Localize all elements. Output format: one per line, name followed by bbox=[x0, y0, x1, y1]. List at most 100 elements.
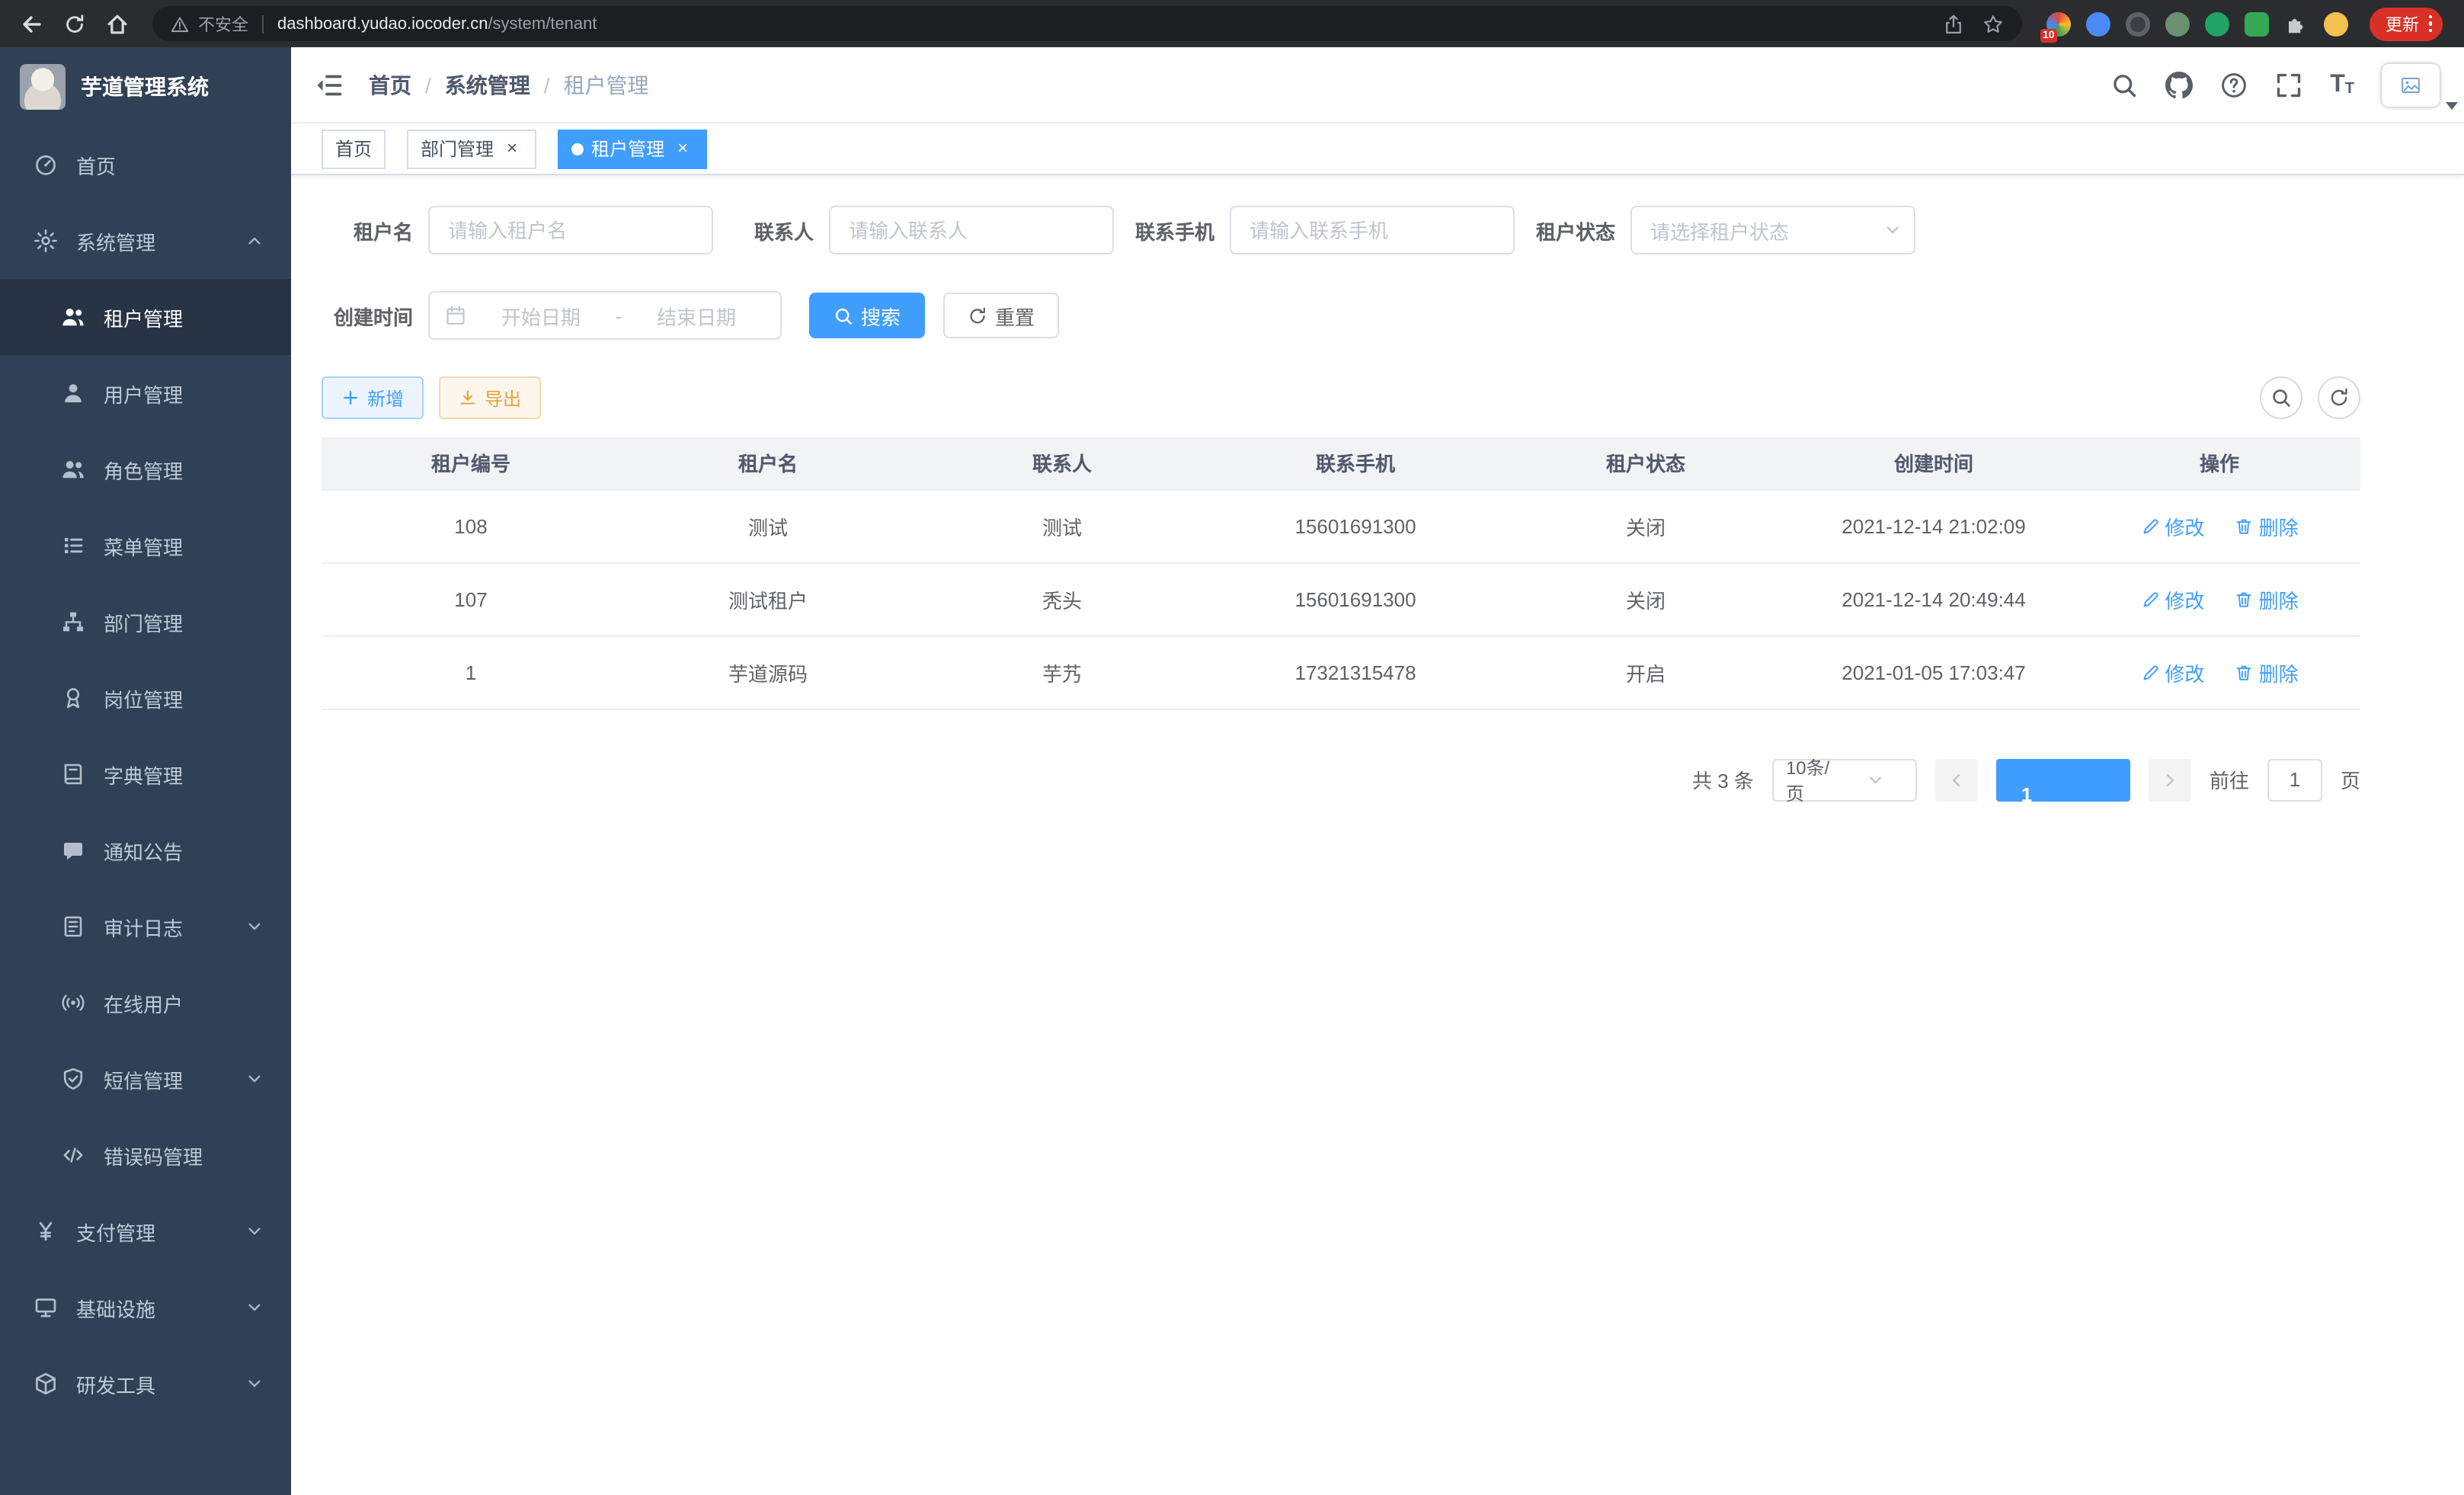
sidebar-item-label: 系统管理 bbox=[76, 226, 155, 255]
cell-created: 2021-01-05 17:03:47 bbox=[1789, 635, 2078, 709]
sidebar-item-system[interactable]: 系统管理 bbox=[0, 203, 291, 279]
user-avatar[interactable] bbox=[2382, 63, 2440, 106]
sidebar-logo[interactable]: 芋道管理系统 bbox=[0, 47, 291, 126]
edit-link[interactable]: 修改 bbox=[2140, 511, 2204, 540]
sidebar-item-infra[interactable]: 基础设施 bbox=[0, 1269, 291, 1346]
extension-green-icon[interactable] bbox=[2204, 11, 2229, 36]
extension-badge: 10 bbox=[2040, 28, 2058, 42]
page-size-select[interactable]: 10条/页 bbox=[1772, 758, 1917, 801]
sidebar-item-tenant[interactable]: 租户管理 bbox=[0, 279, 291, 355]
sidebar-item-label: 用户管理 bbox=[104, 379, 183, 408]
close-icon[interactable]: × bbox=[501, 138, 523, 159]
address-bar[interactable]: 不安全 dashboard.yudao.iocoder.cn/system/te… bbox=[152, 6, 2021, 41]
share-icon[interactable] bbox=[1942, 13, 1963, 34]
phone-input[interactable] bbox=[1230, 206, 1515, 255]
page-unit-label: 页 bbox=[2341, 765, 2360, 794]
refresh-table-button[interactable] bbox=[2318, 376, 2360, 419]
page-content: 租户名 联系人 联系手机 租户状态 请选择租户状态 bbox=[291, 175, 2464, 801]
column-header: 操作 bbox=[2078, 437, 2360, 489]
sidebar-item-user[interactable]: 用户管理 bbox=[0, 355, 291, 431]
prev-page-button[interactable] bbox=[1935, 758, 1978, 801]
goto-page-input[interactable] bbox=[2267, 758, 2322, 801]
sidebar-item-post[interactable]: 岗位管理 bbox=[0, 660, 291, 736]
tag-dept[interactable]: 部门管理 × bbox=[407, 129, 536, 168]
code-icon bbox=[61, 1143, 85, 1167]
close-icon[interactable]: × bbox=[672, 138, 693, 159]
bookmark-star-icon[interactable] bbox=[1982, 13, 2003, 34]
edit-link[interactable]: 修改 bbox=[2140, 658, 2204, 687]
warning-icon bbox=[171, 14, 189, 33]
column-header: 租户状态 bbox=[1502, 437, 1789, 489]
cell-phone: 17321315478 bbox=[1208, 635, 1502, 709]
extension-chat-icon[interactable] bbox=[2244, 11, 2268, 36]
end-date-placeholder[interactable]: 结束日期 bbox=[628, 301, 765, 330]
extensions-puzzle-icon[interactable] bbox=[2283, 11, 2308, 36]
url-path: /system/tenant bbox=[488, 14, 597, 33]
search-button[interactable]: 搜索 bbox=[809, 293, 925, 338]
extension-colorful-icon[interactable]: 10 bbox=[2046, 11, 2070, 36]
sidebar-item-dept[interactable]: 部门管理 bbox=[0, 584, 291, 660]
sidebar-item-notice[interactable]: 通知公告 bbox=[0, 812, 291, 888]
delete-link[interactable]: 删除 bbox=[2235, 658, 2299, 687]
sidebar-item-label: 支付管理 bbox=[76, 1217, 155, 1246]
sidebar-item-devtools[interactable]: 研发工具 bbox=[0, 1346, 291, 1422]
tag-tenant-active[interactable]: 租户管理 × bbox=[558, 129, 707, 168]
role-icon bbox=[61, 457, 85, 482]
sidebar-item-dict[interactable]: 字典管理 bbox=[0, 736, 291, 812]
sidebar-item-online-user[interactable]: 在线用户 bbox=[0, 965, 291, 1041]
reset-button[interactable]: 重置 bbox=[943, 293, 1059, 338]
start-date-placeholder[interactable]: 开始日期 bbox=[472, 301, 610, 330]
profile-avatar[interactable] bbox=[2323, 11, 2347, 36]
status-select[interactable]: 请选择租户状态 bbox=[1630, 206, 1915, 255]
sidebar-item-menu[interactable]: 菜单管理 bbox=[0, 507, 291, 584]
sidebar-item-error-code[interactable]: 错误码管理 bbox=[0, 1117, 291, 1193]
next-page-button[interactable] bbox=[2149, 758, 2191, 801]
browser-menu-icon[interactable] bbox=[2428, 15, 2432, 33]
help-icon[interactable] bbox=[2220, 71, 2248, 98]
tenant-name-input[interactable] bbox=[428, 206, 713, 255]
sidebar-toggle-icon[interactable] bbox=[314, 69, 344, 100]
table-row: 107 测试租户 秃头 15601691300 关闭 2021-12-14 20… bbox=[322, 562, 2360, 635]
status-placeholder: 请选择租户状态 bbox=[1650, 216, 1883, 245]
edit-link[interactable]: 修改 bbox=[2140, 584, 2204, 613]
create-time-range-picker[interactable]: 开始日期 - 结束日期 bbox=[428, 291, 782, 340]
online-icon bbox=[61, 991, 85, 1015]
header-search-icon[interactable] bbox=[2110, 71, 2138, 98]
extension-pin-icon[interactable] bbox=[2085, 11, 2110, 36]
github-icon[interactable] bbox=[2165, 71, 2193, 98]
breadcrumb-home[interactable]: 首页 bbox=[369, 69, 411, 100]
cell-tenant-id: 1 bbox=[322, 635, 620, 709]
sidebar-item-audit-log[interactable]: 审计日志 bbox=[0, 888, 291, 965]
fullscreen-icon[interactable] bbox=[2275, 71, 2302, 98]
delete-link[interactable]: 删除 bbox=[2235, 584, 2299, 613]
avatar-dropdown-caret-icon[interactable] bbox=[2446, 101, 2458, 109]
download-icon bbox=[459, 389, 477, 407]
screen: 不安全 dashboard.yudao.iocoder.cn/system/te… bbox=[0, 0, 2464, 1495]
page-number-button[interactable]: 1 bbox=[1996, 758, 2130, 801]
page-size-value: 10条/页 bbox=[1786, 754, 1846, 805]
breadcrumb-system[interactable]: 系统管理 bbox=[445, 69, 530, 100]
sidebar-item-label: 在线用户 bbox=[104, 988, 183, 1017]
cell-tenant-name: 芋道源码 bbox=[620, 635, 916, 709]
export-button[interactable]: 导出 bbox=[439, 376, 541, 419]
sidebar-item-sms[interactable]: 短信管理 bbox=[0, 1041, 291, 1117]
browser-back-button[interactable] bbox=[12, 4, 52, 43]
chevron-left-icon bbox=[1947, 770, 1966, 789]
cell-contact: 秃头 bbox=[916, 562, 1208, 635]
sidebar-item-role[interactable]: 角色管理 bbox=[0, 431, 291, 507]
show-search-button[interactable] bbox=[2260, 376, 2302, 419]
delete-link[interactable]: 删除 bbox=[2235, 511, 2299, 540]
sidebar-item-home[interactable]: 首页 bbox=[0, 126, 291, 203]
browser-reload-button[interactable] bbox=[55, 4, 94, 43]
tag-home[interactable]: 首页 bbox=[322, 129, 386, 168]
extension-avatar-icon[interactable] bbox=[2165, 11, 2189, 36]
contact-input[interactable] bbox=[829, 206, 1114, 255]
column-header: 创建时间 bbox=[1789, 437, 2078, 489]
font-size-icon[interactable]: TT bbox=[2330, 72, 2354, 97]
sidebar-item-payment[interactable]: 支付管理 bbox=[0, 1193, 291, 1269]
browser-home-button[interactable] bbox=[98, 4, 137, 43]
add-button[interactable]: 新增 bbox=[322, 376, 424, 419]
extension-globe-icon[interactable] bbox=[2125, 11, 2149, 36]
security-label[interactable]: 不安全 bbox=[198, 11, 248, 36]
browser-update-button[interactable]: 更新 bbox=[2369, 7, 2443, 40]
